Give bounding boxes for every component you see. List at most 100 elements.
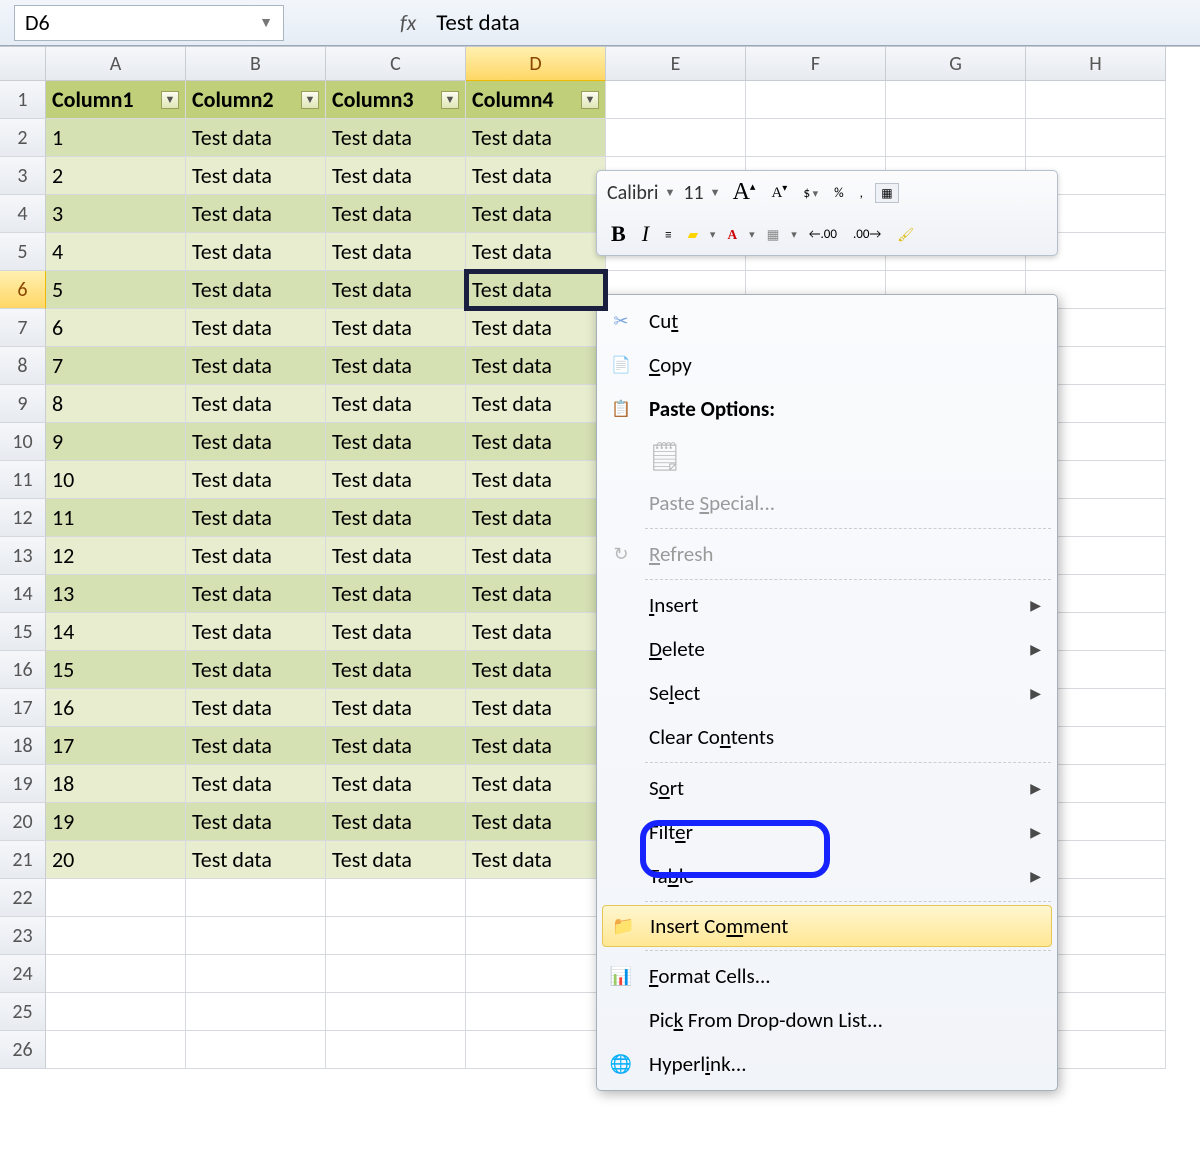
font-name-selector[interactable]: Calibri ▼	[607, 181, 675, 205]
chevron-down-icon[interactable]: ▾	[710, 228, 716, 241]
cell[interactable]	[1026, 81, 1166, 119]
row-header[interactable]: 6	[0, 271, 46, 309]
cell[interactable]: Test data	[466, 271, 606, 309]
grow-font-button[interactable]: A▴	[729, 177, 760, 208]
menu-hyperlink[interactable]: Hyperlink...	[599, 1042, 1055, 1086]
cell[interactable]: Test data	[186, 385, 326, 423]
cell[interactable]	[326, 879, 466, 917]
cell[interactable]: Test data	[466, 499, 606, 537]
cell[interactable]	[886, 119, 1026, 157]
chevron-down-icon[interactable]: ▼	[209, 14, 273, 31]
row-header[interactable]: 10	[0, 423, 46, 461]
cell[interactable]	[466, 955, 606, 993]
column-header[interactable]: D	[466, 47, 606, 81]
row-header[interactable]: 5	[0, 233, 46, 271]
row-header[interactable]: 11	[0, 461, 46, 499]
menu-table[interactable]: Table ▶	[599, 854, 1055, 898]
table-header-cell[interactable]: Column3▼	[326, 81, 466, 119]
shrink-font-button[interactable]: A▾	[767, 181, 791, 204]
column-header[interactable]: H	[1026, 47, 1166, 81]
cell[interactable]: Test data	[326, 575, 466, 613]
cell[interactable]: Test data	[326, 803, 466, 841]
column-header[interactable]: C	[326, 47, 466, 81]
cell[interactable]: Test data	[326, 537, 466, 575]
cell[interactable]	[186, 1031, 326, 1069]
italic-button[interactable]: I	[638, 219, 653, 249]
column-header[interactable]: G	[886, 47, 1026, 81]
cell[interactable]: Test data	[186, 461, 326, 499]
cell[interactable]: 20	[46, 841, 186, 879]
cell[interactable]: Test data	[326, 385, 466, 423]
cell[interactable]: 7	[46, 347, 186, 385]
chevron-down-icon[interactable]: ▾	[791, 228, 797, 241]
cell[interactable]	[466, 1031, 606, 1069]
select-all-corner[interactable]	[0, 47, 46, 81]
menu-pick-from-list[interactable]: Pick From Drop-down List...	[599, 998, 1055, 1042]
font-size-selector[interactable]: 11 ▼	[683, 181, 720, 205]
menu-select[interactable]: Select ▶	[599, 671, 1055, 715]
row-header[interactable]: 9	[0, 385, 46, 423]
cell[interactable]: Test data	[326, 271, 466, 309]
cell[interactable]: Test data	[326, 613, 466, 651]
cell[interactable]: Test data	[466, 575, 606, 613]
filter-dropdown-icon[interactable]: ▼	[301, 91, 319, 109]
row-header[interactable]: 2	[0, 119, 46, 157]
center-align-button[interactable]: ≡	[661, 224, 676, 245]
menu-cut[interactable]: Cut	[599, 299, 1055, 343]
fx-label[interactable]: fx	[290, 9, 430, 36]
cell[interactable]: 16	[46, 689, 186, 727]
cell[interactable]: Test data	[326, 423, 466, 461]
column-header[interactable]: E	[606, 47, 746, 81]
cell[interactable]: Test data	[466, 537, 606, 575]
cell[interactable]	[46, 993, 186, 1031]
cell[interactable]: Test data	[466, 119, 606, 157]
cell[interactable]: Test data	[186, 271, 326, 309]
cell[interactable]	[46, 1031, 186, 1069]
bold-button[interactable]: B	[607, 219, 630, 249]
cell[interactable]	[46, 879, 186, 917]
cell[interactable]: Test data	[326, 765, 466, 803]
row-header[interactable]: 13	[0, 537, 46, 575]
formula-bar-input[interactable]: Test data	[430, 5, 1200, 41]
cell[interactable]: Test data	[186, 119, 326, 157]
cell[interactable]: Test data	[466, 385, 606, 423]
cell[interactable]: 18	[46, 765, 186, 803]
menu-delete[interactable]: Delete ▶	[599, 627, 1055, 671]
row-header[interactable]: 22	[0, 879, 46, 917]
filter-dropdown-icon[interactable]: ▼	[161, 91, 179, 109]
row-header[interactable]: 20	[0, 803, 46, 841]
cell[interactable]	[466, 879, 606, 917]
menu-clear-contents[interactable]: Clear Contents	[599, 715, 1055, 759]
cell[interactable]	[186, 879, 326, 917]
cell[interactable]: 5	[46, 271, 186, 309]
row-header[interactable]: 24	[0, 955, 46, 993]
cell[interactable]: Test data	[326, 157, 466, 195]
cell[interactable]: Test data	[186, 689, 326, 727]
cell[interactable]: Test data	[466, 309, 606, 347]
cell[interactable]	[886, 81, 1026, 119]
row-header[interactable]: 3	[0, 157, 46, 195]
cell[interactable]: 8	[46, 385, 186, 423]
cell[interactable]: Test data	[186, 347, 326, 385]
cell[interactable]	[606, 119, 746, 157]
cell[interactable]: Test data	[186, 195, 326, 233]
row-header[interactable]: 25	[0, 993, 46, 1031]
cell[interactable]: 9	[46, 423, 186, 461]
currency-button[interactable]: $ ▾	[799, 182, 822, 203]
increase-decimal-button[interactable]: ←.00	[805, 225, 841, 244]
row-header[interactable]: 15	[0, 613, 46, 651]
cell[interactable]: 14	[46, 613, 186, 651]
cell[interactable]: Test data	[466, 347, 606, 385]
cell[interactable]: Test data	[466, 689, 606, 727]
cell[interactable]: Test data	[186, 537, 326, 575]
cell[interactable]: Test data	[466, 651, 606, 689]
row-header[interactable]: 4	[0, 195, 46, 233]
menu-format-cells[interactable]: Format Cells...	[599, 954, 1055, 998]
cell[interactable]: Test data	[326, 195, 466, 233]
cell[interactable]	[466, 993, 606, 1031]
column-header[interactable]: F	[746, 47, 886, 81]
menu-copy[interactable]: Copy	[599, 343, 1055, 387]
row-header[interactable]: 14	[0, 575, 46, 613]
cell[interactable]: 3	[46, 195, 186, 233]
cell[interactable]	[326, 955, 466, 993]
